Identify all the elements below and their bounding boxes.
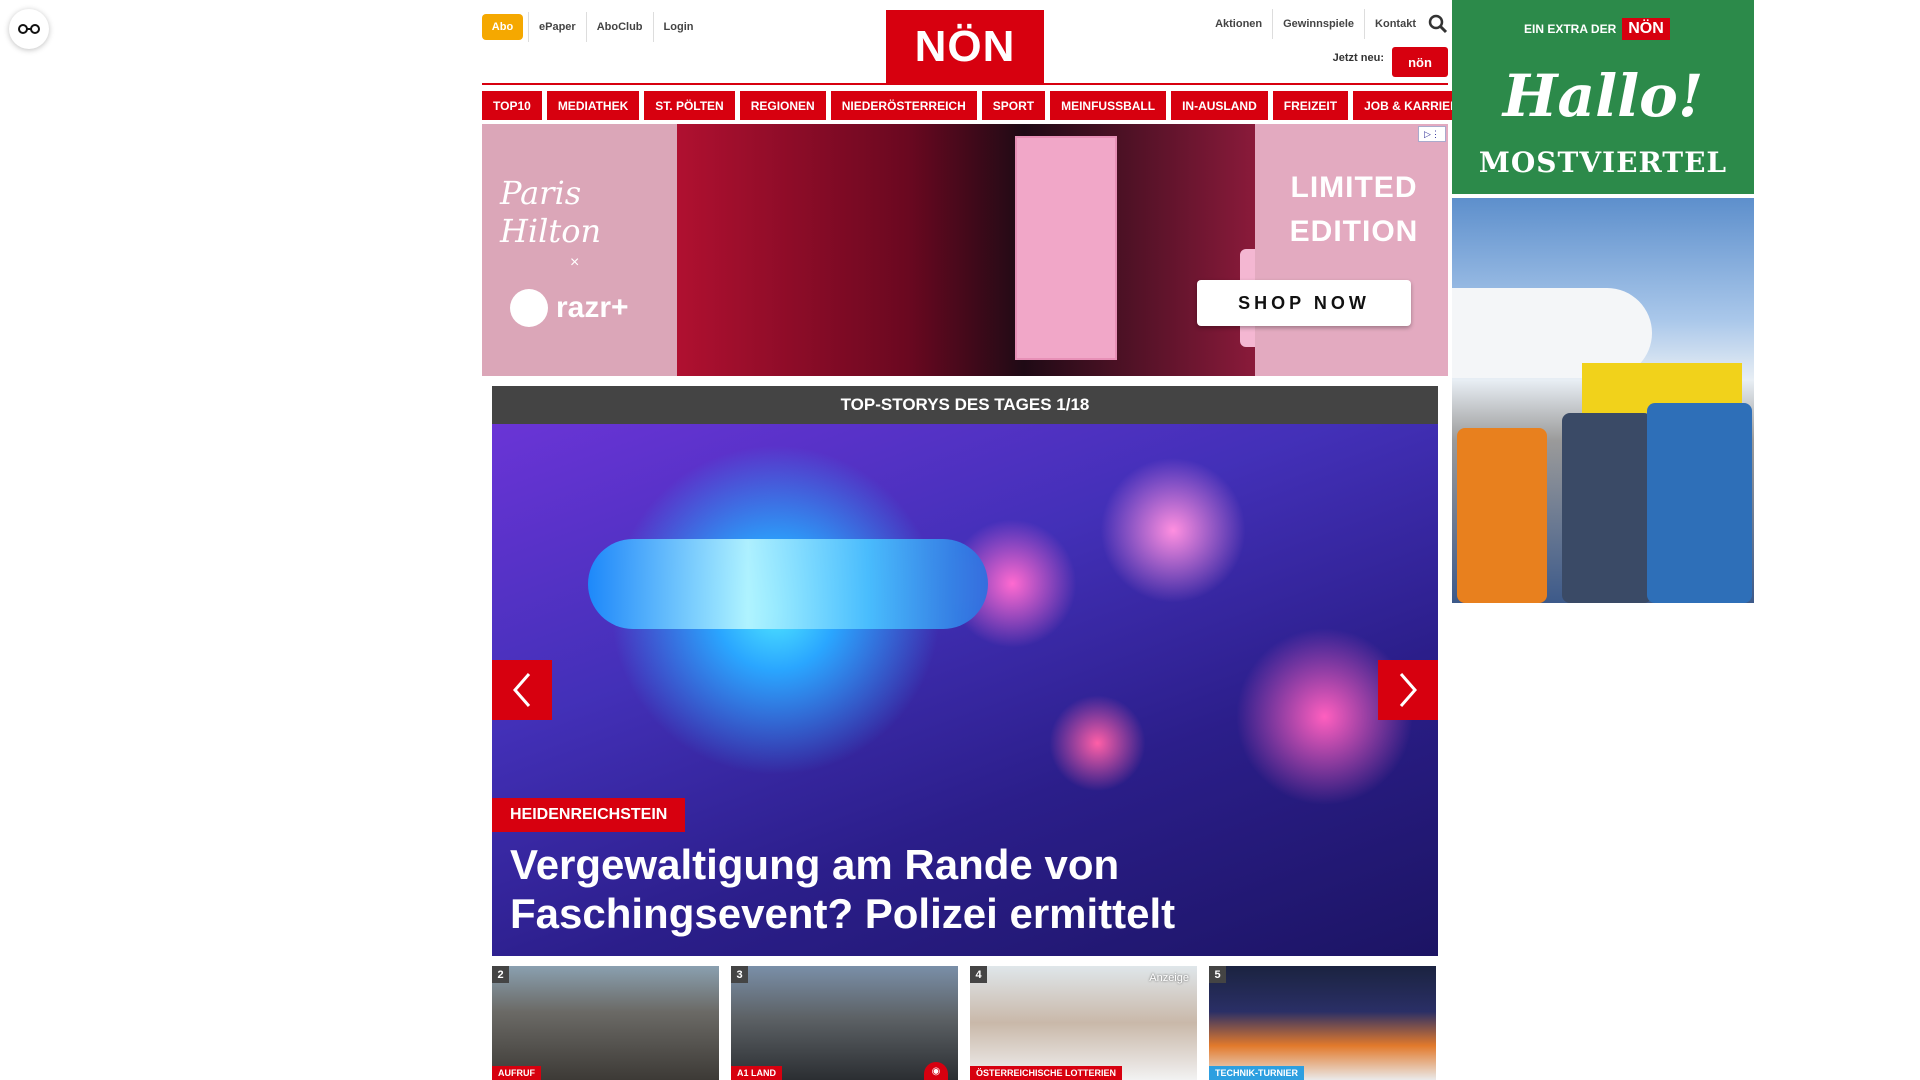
- carousel-next-button[interactable]: [1378, 660, 1438, 720]
- nav-top10[interactable]: TOP10: [482, 91, 542, 120]
- chevron-left-icon: [513, 673, 531, 707]
- jetzt-neu-label: Jetzt neu:: [1332, 52, 1384, 64]
- suitcase-dark: [1562, 413, 1652, 603]
- suitcase-orange: [1457, 428, 1547, 603]
- ad-product-image: [677, 124, 1308, 376]
- nav-st-poelten[interactable]: ST. PÖLTEN: [644, 91, 735, 120]
- ad-left-panel: Paris Hilton × razr+: [482, 124, 677, 376]
- nav-mediathek[interactable]: MEDIATHEK: [546, 91, 640, 120]
- aktionen-link[interactable]: Aktionen: [1205, 9, 1272, 39]
- story-tag: TECHNIK-TURNIER: [1209, 1066, 1304, 1080]
- sidebar-ad-extra-text: EIN EXTRA DER: [1524, 22, 1617, 36]
- story-thumbnail[interactable]: 5 TECHNIK-TURNIER: [1209, 966, 1436, 1080]
- ad-partner-text: razr+: [556, 291, 629, 324]
- sidebar-ad[interactable]: EIN EXTRA DER NÖN Hallo! MOSTVIERTEL: [1452, 0, 1754, 603]
- nav-sport[interactable]: SPORT: [981, 91, 1046, 120]
- top-ad-banner[interactable]: Paris Hilton × razr+ LIMITED EDITION SHO…: [482, 124, 1448, 376]
- police-light-image: [588, 539, 988, 629]
- main-nav: TOP10 MEDIATHEK ST. PÖLTEN REGIONEN NIED…: [482, 91, 1478, 120]
- sidebar-ad-hallo: Hallo!: [1502, 62, 1704, 130]
- suitcase-blue: [1647, 403, 1752, 603]
- abo-button[interactable]: Abo: [482, 14, 523, 40]
- story-tag: ÖSTERREICHISCHE LOTTERIEN: [970, 1066, 1123, 1080]
- accessibility-button[interactable]: [9, 9, 49, 49]
- nav-niederoesterreich[interactable]: NIEDERÖSTERREICH: [830, 91, 977, 120]
- sidebar-ad-photo: [1452, 198, 1754, 603]
- story-thumbnail[interactable]: 2 AUFRUF: [492, 966, 719, 1080]
- gewinnspiele-link[interactable]: Gewinnspiele: [1272, 9, 1364, 39]
- adchoices-icon[interactable]: ▷⋮: [1418, 126, 1446, 142]
- search-icon[interactable]: [1428, 14, 1448, 34]
- chevron-right-icon: [1399, 673, 1417, 707]
- camera-icon: ◉: [924, 1062, 948, 1080]
- nav-in-ausland[interactable]: IN-AUSLAND: [1171, 91, 1268, 120]
- nav-regionen[interactable]: REGIONEN: [739, 91, 826, 120]
- epaper-link[interactable]: ePaper: [528, 12, 586, 42]
- story-tag: AUFRUF: [492, 1066, 541, 1080]
- story-number: 2: [492, 966, 509, 983]
- top-links-right: Aktionen Gewinnspiele Kontakt: [1205, 9, 1426, 39]
- kontakt-link[interactable]: Kontakt: [1364, 9, 1426, 39]
- nav-freizeit[interactable]: FREIZEIT: [1272, 91, 1349, 120]
- glasses-icon: [18, 24, 40, 34]
- hero-story-title[interactable]: Vergewaltigung am Rande von Faschingseve…: [510, 840, 1410, 938]
- sidebar-ad-brand: NÖN: [1622, 18, 1670, 40]
- sidebar-ad-header: EIN EXTRA DER NÖN Hallo! MOSTVIERTEL: [1452, 0, 1754, 194]
- ad-limited-text: LIMITED EDITION: [1289, 171, 1419, 248]
- story-number: 4: [970, 966, 987, 983]
- story-number: 5: [1209, 966, 1226, 983]
- mini-logo[interactable]: nön: [1392, 47, 1448, 77]
- top-stories-header: TOP-STORYS DES TAGES 1/18: [492, 386, 1438, 424]
- top-links-left: ePaper AboClub Login: [528, 12, 703, 42]
- top-stories: TOP-STORYS DES TAGES 1/18 HEIDENREICHSTE…: [492, 386, 1438, 956]
- ad-brand-text: Paris Hilton: [500, 174, 602, 250]
- story-thumbnail[interactable]: 4 Anzeige ÖSTERREICHISCHE LOTTERIEN: [970, 966, 1197, 1080]
- story-thumbnail[interactable]: 3 A1 LAND ◉: [731, 966, 958, 1080]
- ad-partner: razr+: [510, 289, 629, 327]
- motorola-icon: [510, 289, 548, 327]
- story-tag: A1 LAND: [731, 1066, 783, 1080]
- site-logo[interactable]: NÖN: [886, 10, 1044, 84]
- carousel-prev-button[interactable]: [492, 660, 552, 720]
- ad-times: ×: [570, 254, 580, 271]
- sidebar-ad-extra: EIN EXTRA DER NÖN: [1524, 18, 1670, 40]
- ad-label: Anzeige: [1149, 972, 1189, 984]
- header-divider: [482, 83, 1448, 85]
- hero-story-tag[interactable]: HEIDENREICHSTEIN: [492, 798, 686, 832]
- ad-shop-button[interactable]: SHOP NOW: [1197, 280, 1411, 326]
- site-header: Abo ePaper AboClub Login NÖN Aktionen Ge…: [482, 0, 1448, 90]
- nav-meinfussball[interactable]: MEINFUSSBALL: [1050, 91, 1167, 120]
- ad-right-panel: LIMITED EDITION SHOP NOW: [1197, 124, 1448, 376]
- hero-story[interactable]: HEIDENREICHSTEIN Vergewaltigung am Rande…: [492, 424, 1438, 956]
- login-link[interactable]: Login: [652, 12, 704, 42]
- story-thumbnails: 2 AUFRUF 3 A1 LAND ◉ 4 Anzeige ÖSTERREIC…: [492, 966, 1438, 1080]
- ad-product-box: [1015, 136, 1117, 360]
- story-number: 3: [731, 966, 748, 983]
- aboclub-link[interactable]: AboClub: [585, 12, 653, 42]
- sidebar-ad-region: MOSTVIERTEL: [1478, 146, 1728, 179]
